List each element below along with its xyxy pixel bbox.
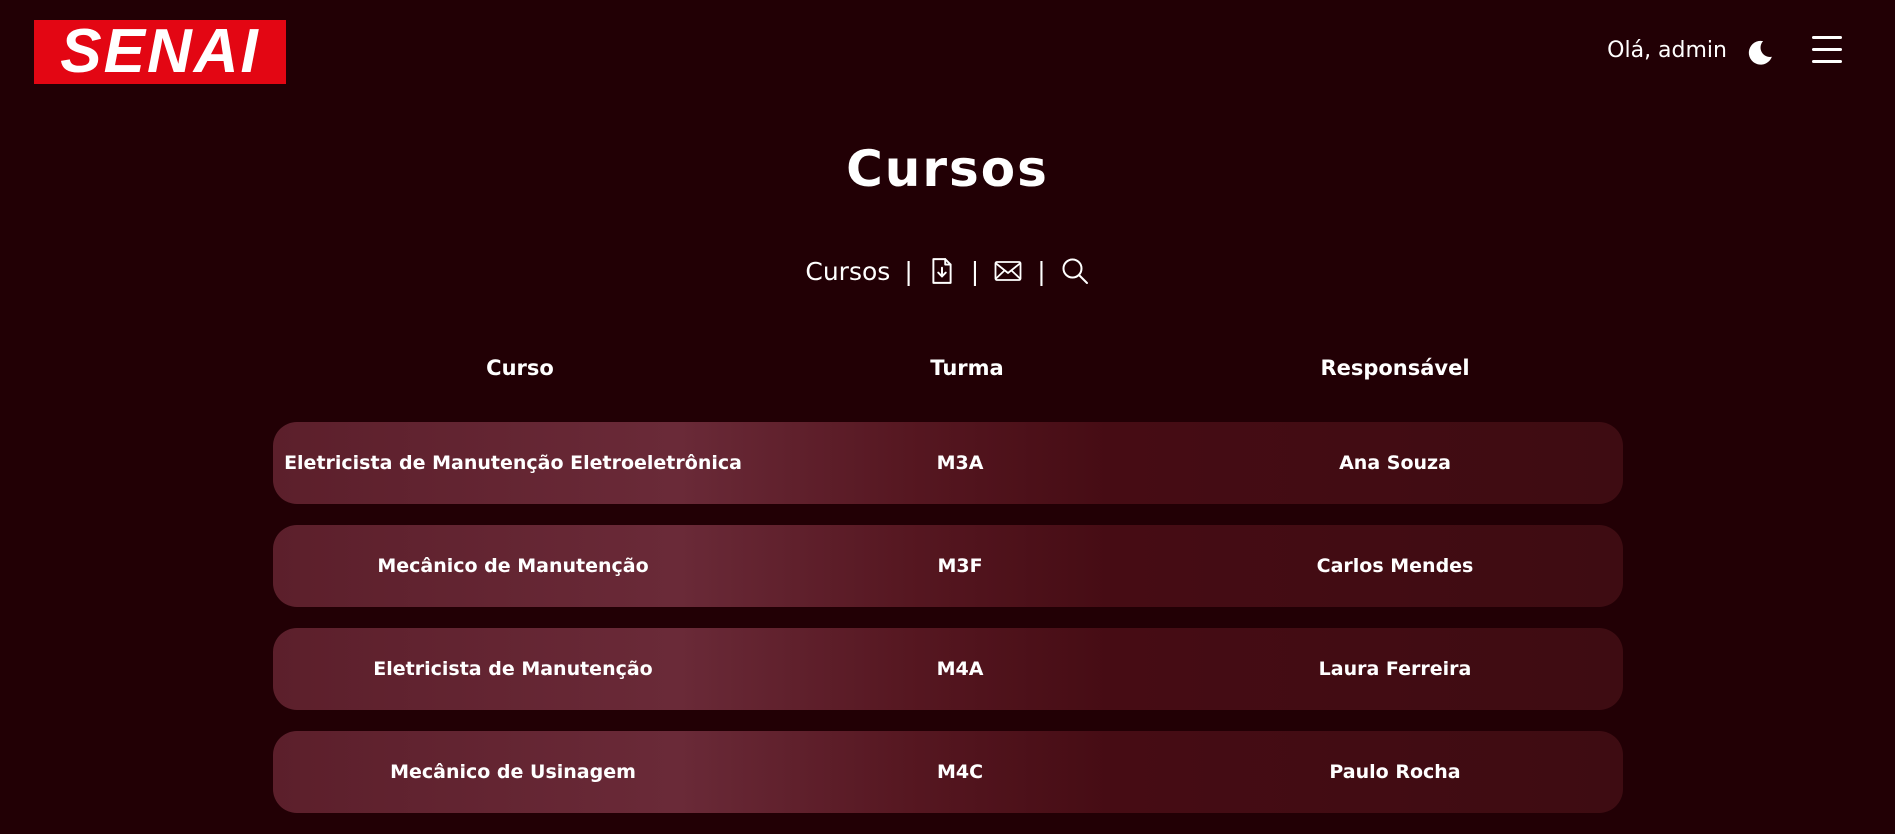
cell-curso: Mecânico de Usinagem [390,761,636,783]
table-header: Curso Turma Responsável [273,345,1623,391]
search-icon [1062,258,1088,284]
cell-responsavel: Carlos Mendes [1316,555,1474,577]
cell-responsavel: Ana Souza [1339,452,1451,474]
envelope-icon [994,261,1022,281]
hamburger-line [1812,48,1842,51]
table-row[interactable]: Eletricista de Manutenção M4A Laura Ferr… [273,628,1623,710]
cell-responsavel: Paulo Rocha [1329,761,1461,783]
column-header-responsavel[interactable]: Responsável [1167,356,1623,380]
cell-turma: M3A [936,452,984,474]
hamburger-line [1812,60,1842,63]
page: SENAI Olá, admin Cursos Cursos | | | Cur… [0,0,1895,834]
toolbar-separator: | [904,256,913,286]
table-body: Eletricista de Manutenção Eletroeletrôni… [273,422,1623,813]
theme-toggle-button[interactable] [1745,38,1775,68]
table-row[interactable]: Mecânico de Manutenção M3F Carlos Mendes [273,525,1623,607]
cell-curso: Eletricista de Manutenção [373,658,653,680]
user-greeting: Olá, admin [1607,38,1727,63]
toolbar-separator: | [970,256,980,286]
courses-table: Curso Turma Responsável Eletricista de M… [273,345,1623,834]
toolbar: Cursos | | | [0,256,1895,286]
hamburger-menu-button[interactable] [1812,36,1844,66]
email-button[interactable] [993,256,1023,286]
logo-text: SENAI [46,20,274,84]
toolbar-label: Cursos [805,256,891,286]
cell-turma: M3F [937,555,983,577]
page-title: Cursos [846,140,1049,198]
cell-curso: Mecânico de Manutenção [377,555,649,577]
file-download-button[interactable] [927,256,957,286]
toolbar-separator: | [1037,256,1046,286]
cell-turma: M4A [936,658,984,680]
cell-responsavel: Laura Ferreira [1318,658,1472,680]
moon-icon [1748,40,1772,65]
table-row[interactable]: Mecânico de Usinagem M4C Paulo Rocha [273,731,1623,813]
hamburger-menu-icon [1812,36,1842,39]
search-button[interactable] [1060,256,1090,286]
file-download-icon [932,258,952,284]
cell-turma: M4C [936,761,984,783]
column-header-curso[interactable]: Curso [273,356,767,380]
senai-logo[interactable]: SENAI [34,20,286,84]
cell-curso: Eletricista de Manutenção Eletroeletrôni… [284,452,742,474]
table-row[interactable]: Eletricista de Manutenção Eletroeletrôni… [273,422,1623,504]
column-header-turma[interactable]: Turma [767,356,1167,380]
